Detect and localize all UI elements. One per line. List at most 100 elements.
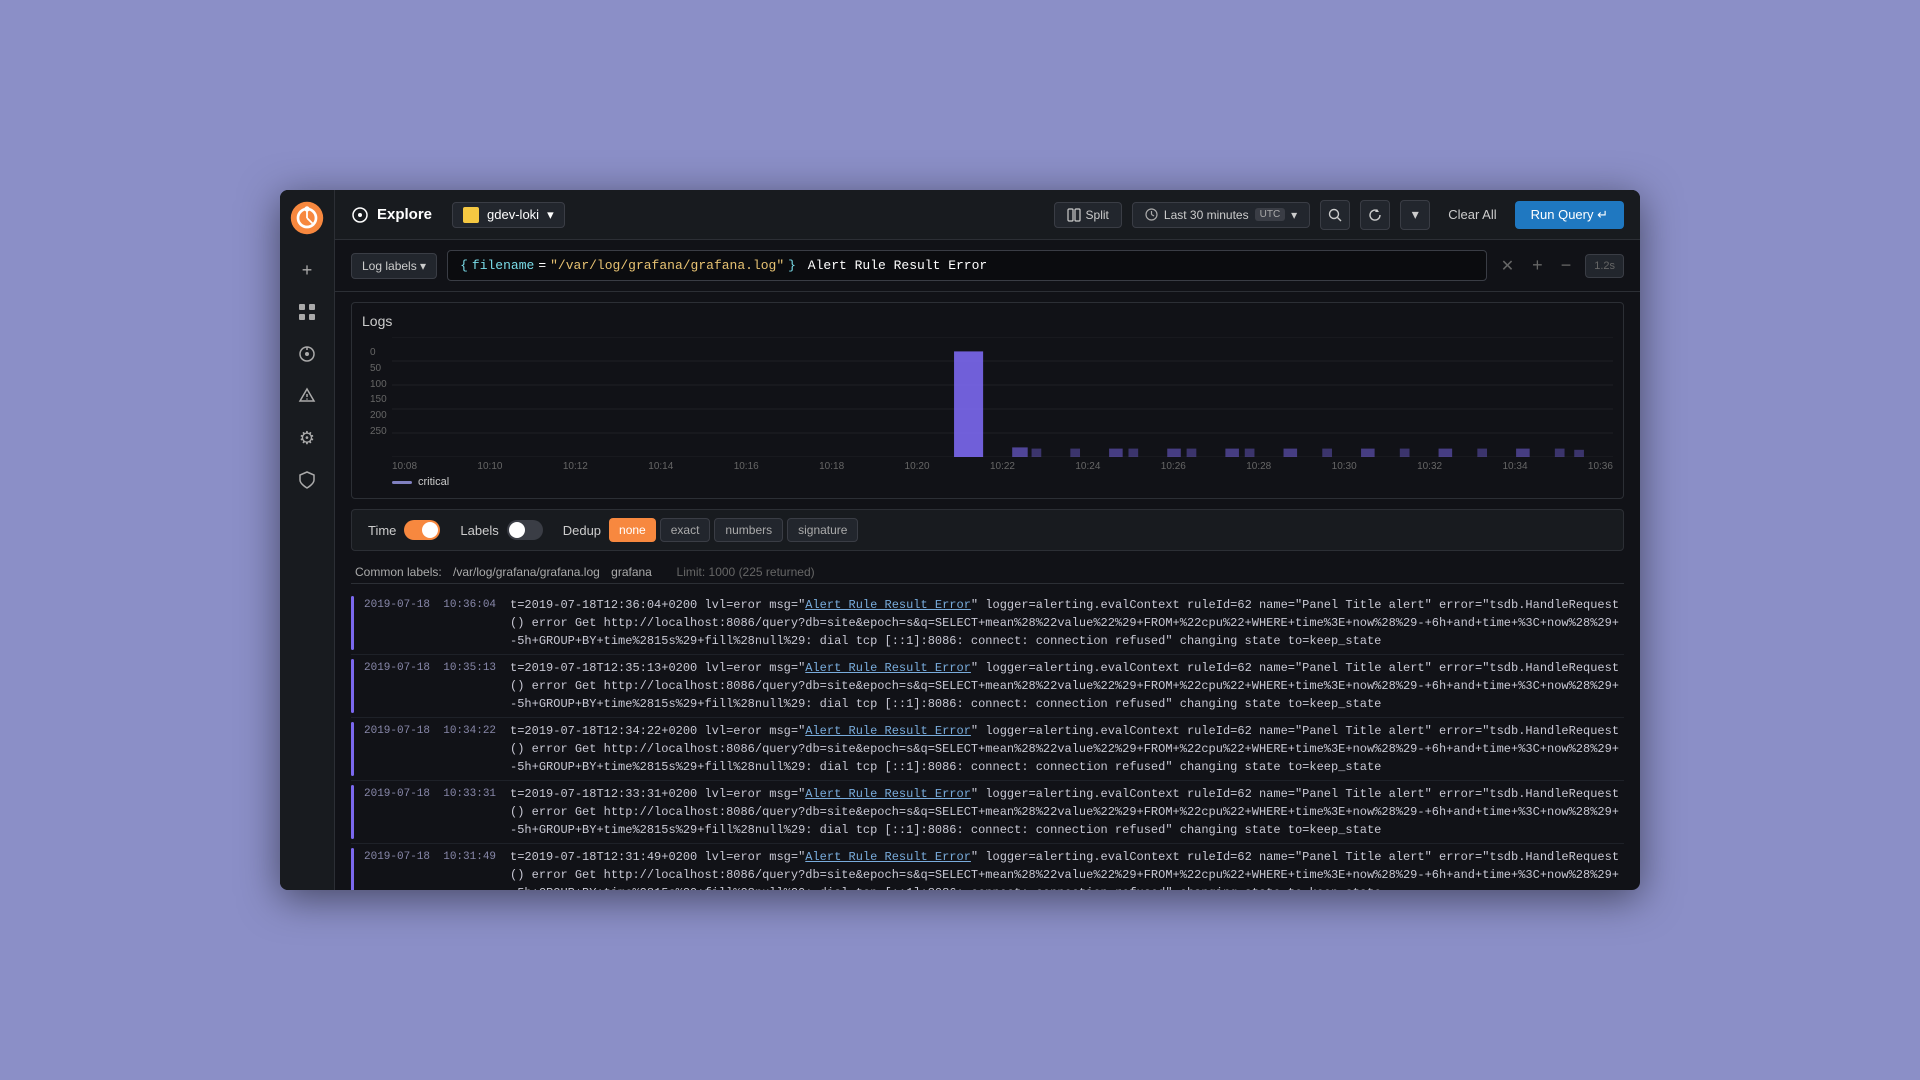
- log-timestamp: 2019-07-18 10:36:04: [364, 596, 496, 650]
- panel-title: Logs: [362, 313, 1613, 329]
- log-link[interactable]: Alert Rule Result Error: [805, 724, 971, 738]
- common-labels-app: grafana: [611, 565, 652, 579]
- explore-icon[interactable]: [289, 336, 325, 372]
- log-message: t=2019-07-18T12:36:04+0200 lvl=eror msg=…: [510, 596, 1624, 650]
- time-chevron: ▾: [1291, 208, 1297, 222]
- common-labels-limit: Limit: 1000 (225 returned): [677, 565, 815, 579]
- log-row: 2019-07-18 10:34:22 t=2019-07-18T12:34:2…: [351, 718, 1624, 781]
- time-range-picker[interactable]: Last 30 minutes UTC ▾: [1132, 202, 1310, 228]
- log-link[interactable]: Alert Rule Result Error: [805, 661, 971, 675]
- log-border-indicator: [351, 848, 354, 890]
- search-button[interactable]: [1320, 200, 1350, 230]
- time-control-label: Time: [368, 523, 396, 538]
- datasource-selector[interactable]: gdev-loki ▾: [452, 202, 565, 228]
- utc-badge: UTC: [1255, 208, 1286, 221]
- refresh-icon: [1368, 208, 1382, 222]
- loki-icon: [463, 207, 479, 223]
- log-message: t=2019-07-18T12:33:31+0200 lvl=eror msg=…: [510, 785, 1624, 839]
- query-close-button[interactable]: ✕: [1497, 256, 1518, 276]
- log-row: 2019-07-18 10:35:13 t=2019-07-18T12:35:1…: [351, 655, 1624, 718]
- dedup-label: Dedup: [563, 523, 601, 538]
- log-row: 2019-07-18 10:33:31 t=2019-07-18T12:33:3…: [351, 781, 1624, 844]
- split-label: Split: [1086, 208, 1109, 222]
- labels-toggle-knob: [509, 522, 525, 538]
- settings-icon[interactable]: ⚙: [289, 420, 325, 456]
- common-labels-prefix: Common labels:: [355, 565, 442, 579]
- query-input[interactable]: { filename = "/var/log/grafana/grafana.log"…: [447, 250, 1487, 281]
- log-link[interactable]: Alert Rule Result Error: [805, 787, 971, 801]
- log-message: t=2019-07-18T12:31:49+0200 lvl=eror msg=…: [510, 848, 1624, 890]
- log-border-indicator: [351, 659, 354, 713]
- time-control-group: Time: [368, 520, 440, 540]
- log-labels-button[interactable]: Log labels ▾: [351, 253, 437, 279]
- time-toggle-knob: [422, 522, 438, 538]
- explore-title: Explore: [377, 206, 432, 223]
- grafana-logo[interactable]: [289, 200, 325, 236]
- log-entries: 2019-07-18 10:36:04 t=2019-07-18T12:36:0…: [351, 592, 1624, 890]
- query-value: "/var/log/grafana/grafana.log": [550, 258, 784, 273]
- log-row: 2019-07-18 10:31:49 t=2019-07-18T12:31:4…: [351, 844, 1624, 890]
- query-braces-close: }: [788, 258, 796, 273]
- log-link[interactable]: Alert Rule Result Error: [805, 598, 971, 612]
- alert-icon[interactable]: [289, 378, 325, 414]
- dedup-numbers-button[interactable]: numbers: [714, 518, 783, 542]
- panel-content[interactable]: Logs 250 200 150 100 50 0: [335, 292, 1640, 890]
- dedup-none-button[interactable]: none: [609, 518, 656, 542]
- clear-all-button[interactable]: Clear All: [1440, 202, 1504, 227]
- labels-control-group: Labels: [460, 520, 542, 540]
- query-counter: 1.2s: [1585, 254, 1624, 278]
- more-button[interactable]: ▾: [1400, 200, 1430, 230]
- log-row: 2019-07-18 10:36:04 t=2019-07-18T12:36:0…: [351, 592, 1624, 655]
- query-remove-button[interactable]: −: [1557, 255, 1576, 276]
- labels-toggle[interactable]: [507, 520, 543, 540]
- common-labels-path: /var/log/grafana/grafana.log: [453, 565, 600, 579]
- chart-area: Logs 250 200 150 100 50 0: [351, 302, 1624, 499]
- refresh-button[interactable]: [1360, 200, 1390, 230]
- dedup-control-group: Dedup none exact numbers signature: [563, 518, 859, 542]
- app-window: + ⚙ Explore gdev-loki: [280, 190, 1640, 890]
- chart-svg: [392, 337, 1613, 457]
- chart-legend: critical: [392, 476, 1613, 488]
- search-icon: [1328, 208, 1342, 222]
- explore-label: Explore: [351, 206, 432, 224]
- clock-icon: [1145, 208, 1158, 221]
- split-icon: [1067, 208, 1081, 222]
- datasource-name: gdev-loki: [487, 207, 539, 222]
- chart-x-labels: 10:08 10:10 10:12 10:14 10:16 10:18 10:2…: [392, 461, 1613, 472]
- query-braces-open: {: [460, 258, 468, 273]
- legend-color: [392, 481, 412, 484]
- explore-nav-icon: [351, 206, 369, 224]
- query-key: filename: [472, 258, 534, 273]
- query-equals: =: [538, 258, 546, 273]
- main-content: Explore gdev-loki ▾ Split Last 30 minute…: [335, 190, 1640, 890]
- dashboard-icon[interactable]: [289, 294, 325, 330]
- time-toggle[interactable]: [404, 520, 440, 540]
- log-border-indicator: [351, 722, 354, 776]
- log-message: t=2019-07-18T12:34:22+0200 lvl=eror msg=…: [510, 722, 1624, 776]
- log-message: t=2019-07-18T12:35:13+0200 lvl=eror msg=…: [510, 659, 1624, 713]
- log-timestamp: 2019-07-18 10:31:49: [364, 848, 496, 890]
- dedup-exact-button[interactable]: exact: [660, 518, 711, 542]
- log-link[interactable]: Alert Rule Result Error: [805, 850, 971, 864]
- log-border-indicator: [351, 596, 354, 650]
- add-icon[interactable]: +: [289, 252, 325, 288]
- query-text: Alert Rule Result Error: [800, 258, 987, 273]
- log-timestamp: 2019-07-18 10:35:13: [364, 659, 496, 713]
- time-range-label: Last 30 minutes: [1164, 208, 1249, 222]
- shield-icon[interactable]: [289, 462, 325, 498]
- log-border-indicator: [351, 785, 354, 839]
- split-button[interactable]: Split: [1054, 202, 1122, 228]
- sidebar: + ⚙: [280, 190, 335, 890]
- dedup-buttons: none exact numbers signature: [609, 518, 858, 542]
- controls-row: Time Labels Dedup none exact: [351, 509, 1624, 551]
- common-labels-row: Common labels: /var/log/grafana/grafana.…: [351, 561, 1624, 584]
- log-timestamp: 2019-07-18 10:33:31: [364, 785, 496, 839]
- labels-control-label: Labels: [460, 523, 498, 538]
- dedup-signature-button[interactable]: signature: [787, 518, 858, 542]
- topbar: Explore gdev-loki ▾ Split Last 30 minute…: [335, 190, 1640, 240]
- datasource-chevron: ▾: [547, 207, 554, 223]
- run-query-button[interactable]: Run Query ↵: [1515, 201, 1624, 229]
- query-bar: Log labels ▾ { filename = "/var/log/grafana…: [335, 240, 1640, 292]
- log-timestamp: 2019-07-18 10:34:22: [364, 722, 496, 776]
- query-add-button[interactable]: +: [1528, 255, 1547, 276]
